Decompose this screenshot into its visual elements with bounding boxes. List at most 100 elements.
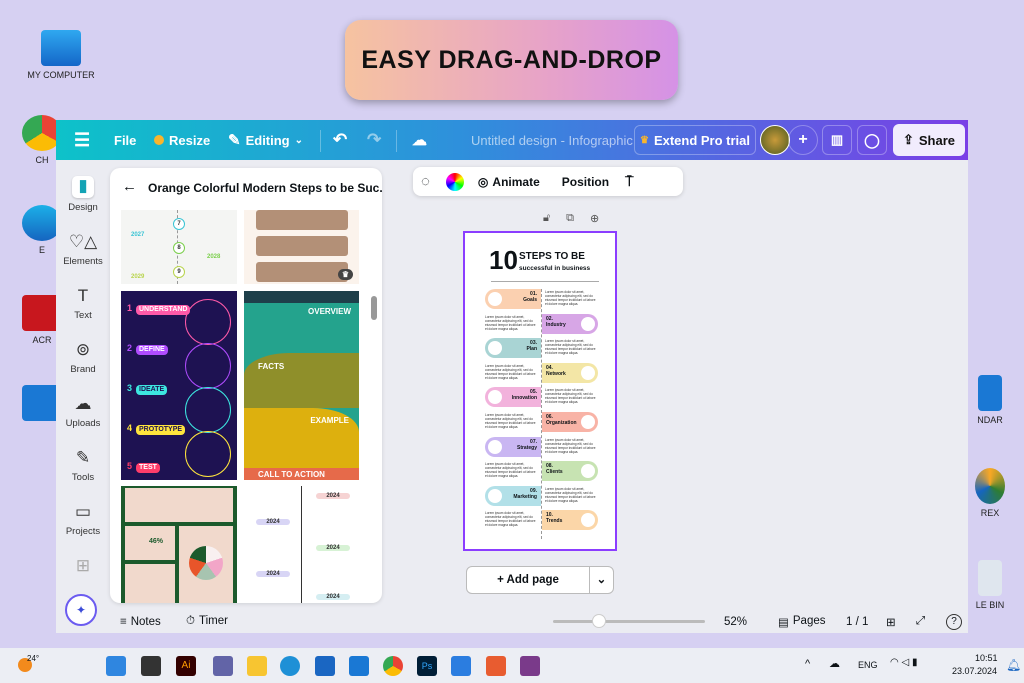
photos-icon[interactable] (451, 656, 471, 676)
task-view-icon[interactable] (141, 656, 161, 676)
zoom-level[interactable]: 52% (724, 616, 747, 628)
infographic-step[interactable]: 04. Network (542, 362, 598, 383)
apps-icon: ⊞ (75, 556, 91, 575)
store-icon[interactable] (315, 656, 335, 676)
rail-item-brand[interactable]: ⊚ Brand (56, 340, 110, 375)
template-yearly-timeline-card[interactable]: 2024 2024 2024 2024 2024 (244, 486, 359, 603)
pencil-icon: ✎ (228, 132, 241, 149)
tools-icon: ✎ (75, 448, 91, 467)
template-overview-card[interactable]: OVERVIEW FACTS EXAMPLE CALL TO ACTION (244, 291, 359, 480)
teams-icon[interactable] (213, 656, 233, 676)
taskbar: 24° Ai Ps ^ ☁ ENG ◠ ◁ ▮ 10:51 23.07.2024… (0, 648, 1024, 683)
notification-bell-icon[interactable]: 🔔︎ (1006, 658, 1021, 672)
premium-crown-icon: ♛ (337, 269, 353, 280)
cloud-icon[interactable]: ☁ (829, 657, 840, 670)
chevron-up-icon[interactable]: ^ (805, 658, 810, 670)
infographic-step[interactable]: 02. Industry (542, 313, 598, 334)
infographic-step[interactable]: 10. Trends (542, 510, 598, 531)
file-explorer-icon[interactable] (247, 656, 267, 676)
share-button[interactable]: ⇪ Share (893, 124, 965, 156)
rail-item-apps[interactable]: ⊞ (56, 556, 110, 580)
position-button[interactable]: Position (562, 175, 609, 189)
text-icon: T (77, 286, 89, 305)
clock-date: 23.07.2024 (952, 666, 998, 676)
firefox-icon (975, 468, 1005, 504)
insights-chart-icon[interactable]: ▥ (822, 125, 852, 155)
pages-icon: ▤ (778, 616, 789, 629)
panel-scrollbar[interactable] (371, 296, 377, 320)
infographic-step[interactable]: 06. Organization (542, 412, 598, 432)
add-collaborator-icon[interactable]: + (788, 125, 818, 155)
chevron-down-icon: ⌄ (294, 134, 304, 146)
add-page-button[interactable]: + Add page (467, 574, 589, 586)
rail-item-text[interactable]: T Text (56, 286, 110, 321)
menu-icon[interactable]: ☰ (74, 120, 90, 160)
notes-button[interactable]: ≡ Notes (120, 616, 161, 628)
winrar-icon[interactable] (520, 656, 540, 676)
step-icon (581, 365, 595, 380)
timer-button[interactable]: ⏱︎ Timer (186, 615, 228, 628)
rail-item-uploads[interactable]: ☁ Uploads (56, 394, 110, 429)
powerpoint-icon[interactable] (486, 656, 506, 676)
infographic-step[interactable]: 03. Plan (485, 338, 541, 359)
add-page-icon[interactable]: ⊕ (590, 212, 599, 225)
step-icon (488, 292, 502, 306)
cloud-saved-icon[interactable]: ☁ (412, 120, 427, 160)
resize-button[interactable]: Resize (154, 120, 210, 160)
extend-pro-trial-button[interactable]: ♛ Extend Pro trial (634, 125, 756, 155)
template-data-card[interactable]: 46% (121, 486, 237, 603)
undo-icon[interactable]: ↶ (333, 120, 347, 160)
desktop-icon-firefox[interactable]: REX (960, 468, 1020, 518)
avatar[interactable] (760, 125, 790, 155)
step-description: Lorem ipsum dolor sit amet, consectetur … (485, 314, 536, 331)
test-step-label: TEST (136, 463, 160, 473)
file-menu[interactable]: File (114, 120, 136, 160)
desktop-icon-calendar[interactable]: NDAR (960, 375, 1020, 425)
pages-button[interactable]: ▤ Pages (778, 615, 825, 629)
template-brown-steps-card[interactable]: ♛ (244, 210, 359, 284)
infographic-step[interactable]: 09. Marketing (485, 485, 541, 506)
design-page[interactable]: 10 STEPS TO BE successful in business 01… (463, 231, 617, 551)
design-title[interactable]: Untitled design - Infographic (471, 120, 633, 160)
wifi-volume-battery-icons[interactable]: ◠ ◁ ▮ (890, 657, 917, 668)
help-icon[interactable]: ? (946, 613, 962, 630)
mail-icon[interactable] (349, 656, 369, 676)
format-painter-icon[interactable]: ⍑ (625, 173, 633, 190)
rail-item-projects[interactable]: ▭ Projects (56, 502, 110, 537)
step-description: Lorem ipsum dolor sit amet, consectetur … (485, 511, 536, 528)
desktop-icon-recycle-bin[interactable]: LE BIN (960, 560, 1020, 610)
photoshop-icon[interactable]: Ps (417, 656, 437, 676)
rail-item-design[interactable]: ▮ Design (56, 176, 110, 213)
infographic-step[interactable]: 08. Clients (542, 461, 598, 482)
infographic-step[interactable]: 01. Goals (485, 289, 541, 309)
zoom-slider[interactable] (553, 614, 705, 628)
comment-icon[interactable]: ◯ (857, 125, 887, 155)
color-picker-icon[interactable] (445, 172, 464, 191)
edge-icon[interactable] (280, 656, 300, 676)
animate-button[interactable]: ◎ Animate (478, 175, 540, 189)
template-design-thinking-card[interactable]: 1 UNDERSTAND 2 DEFINE 3 IDEATE 4 PROTOTYPE 5… (121, 291, 237, 480)
lock-icon[interactable]: 🔓︎ (543, 212, 550, 225)
rail-item-elements[interactable]: ♡△ Elements (56, 232, 110, 267)
desktop-icon-my-computer[interactable]: MY COMPUTER (26, 30, 96, 80)
infographic-step[interactable]: 07. Strategy (485, 436, 541, 457)
infographic-step[interactable]: 05. Innovation (485, 387, 541, 408)
back-arrow-icon[interactable]: ← (122, 178, 137, 195)
illustrator-icon[interactable]: Ai (176, 656, 196, 676)
rail-item-tools[interactable]: ✎ Tools (56, 448, 110, 483)
fullscreen-icon[interactable]: ⤢ (916, 615, 925, 628)
chrome-icon[interactable] (383, 656, 403, 676)
redo-icon[interactable]: ↷ (367, 120, 381, 160)
animate-icon: ◎ (477, 174, 489, 189)
step-description: Lorem ipsum dolor sit amet, consectetur … (545, 290, 596, 306)
template-timeline-card[interactable]: 7 8 9 2027 2028 2029 (121, 210, 237, 284)
start-icon[interactable] (106, 656, 126, 676)
chevron-down-icon[interactable]: ⌄ (589, 566, 613, 594)
zoom-slider-handle[interactable] (591, 614, 606, 628)
language-indicator[interactable]: ENG (858, 660, 878, 670)
grid-view-icon[interactable]: ⊞ (886, 615, 896, 629)
ai-edit-icon[interactable]: ◌ (421, 173, 430, 190)
editing-mode-button[interactable]: ✎ Editing ⌄ (228, 120, 303, 160)
timer-icon: ⏱︎ (186, 615, 195, 627)
duplicate-icon[interactable]: ⧉ (566, 212, 574, 225)
